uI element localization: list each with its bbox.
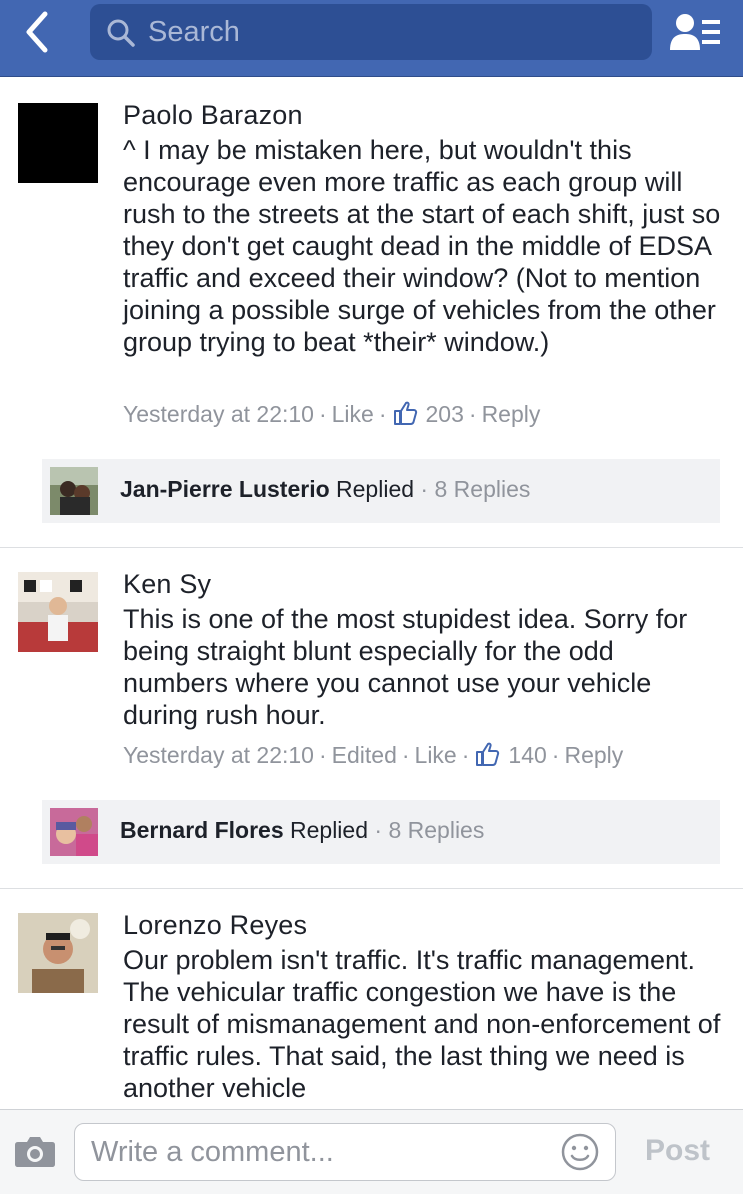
comment-input[interactable]: Write a comment... <box>74 1123 616 1181</box>
comment-time[interactable]: Yesterday at 22:10 <box>123 401 314 427</box>
person-list-icon <box>670 14 720 50</box>
like-count[interactable]: 203 <box>426 401 464 427</box>
avatar[interactable] <box>18 572 98 652</box>
reply-summary-text: Jan-Pierre Lusterio Replied · 8 Replies <box>120 476 531 502</box>
replies-count[interactable]: 8 Replies <box>388 817 484 843</box>
comment-meta: Yesterday at 22:10 · Edited · Like · 140 · Reply <box>123 742 624 768</box>
comment-text: Our problem isn't traffic. It's traffic … <box>123 945 721 1103</box>
replies-summary[interactable]: Bernard Flores Replied · 8 Replies <box>42 800 720 864</box>
search-input[interactable]: Search <box>90 4 652 60</box>
chevron-left-icon <box>26 11 48 53</box>
comment-text: ^ I may be mistaken here, but wouldn't t… <box>123 135 721 357</box>
edited-label[interactable]: Edited <box>332 742 397 768</box>
like-link[interactable]: Like <box>332 401 374 427</box>
replies-count[interactable]: 8 Replies <box>434 476 530 502</box>
post-button[interactable]: Post <box>645 1134 710 1168</box>
top-bar: Search <box>0 0 743 77</box>
comment-placeholder: Write a comment... <box>91 1136 334 1168</box>
friend-list-button[interactable] <box>668 10 724 54</box>
reply-author[interactable]: Bernard Flores <box>120 817 284 843</box>
camera-button[interactable] <box>14 1134 56 1168</box>
replies-summary[interactable]: Jan-Pierre Lusterio Replied · 8 Replies <box>42 459 720 523</box>
camera-icon <box>15 1137 55 1167</box>
divider <box>0 888 743 889</box>
search-icon <box>107 19 135 47</box>
emoji-button[interactable] <box>561 1133 599 1171</box>
comment-author[interactable]: Ken Sy <box>123 569 211 600</box>
comment-author[interactable]: Paolo Barazon <box>123 100 303 131</box>
avatar[interactable] <box>18 913 98 993</box>
like-link[interactable]: Like <box>415 742 457 768</box>
replied-label: Replied <box>290 817 368 843</box>
thumbs-up-icon <box>476 742 500 766</box>
comment-time[interactable]: Yesterday at 22:10 <box>123 742 314 768</box>
replied-label: Replied <box>336 476 415 502</box>
smiley-icon <box>561 1133 599 1171</box>
reply-avatar <box>50 808 98 856</box>
reply-author[interactable]: Jan-Pierre Lusterio <box>120 476 330 502</box>
search-placeholder: Search <box>148 16 240 48</box>
thumbs-up-icon <box>393 401 417 425</box>
comment-meta: Yesterday at 22:10 · Like · 203 · Reply <box>123 401 541 427</box>
reply-link[interactable]: Reply <box>564 742 623 768</box>
comment-text: This is one of the most stupidest idea. … <box>123 604 688 730</box>
back-button[interactable] <box>18 10 58 54</box>
avatar[interactable] <box>18 103 98 183</box>
reply-link[interactable]: Reply <box>482 401 541 427</box>
comment-composer: Write a comment... Post <box>0 1109 743 1194</box>
divider <box>0 547 743 548</box>
like-count[interactable]: 140 <box>508 742 546 768</box>
reply-avatar <box>50 467 98 515</box>
comment-author[interactable]: Lorenzo Reyes <box>123 910 307 941</box>
reply-summary-text: Bernard Flores Replied · 8 Replies <box>120 817 485 843</box>
